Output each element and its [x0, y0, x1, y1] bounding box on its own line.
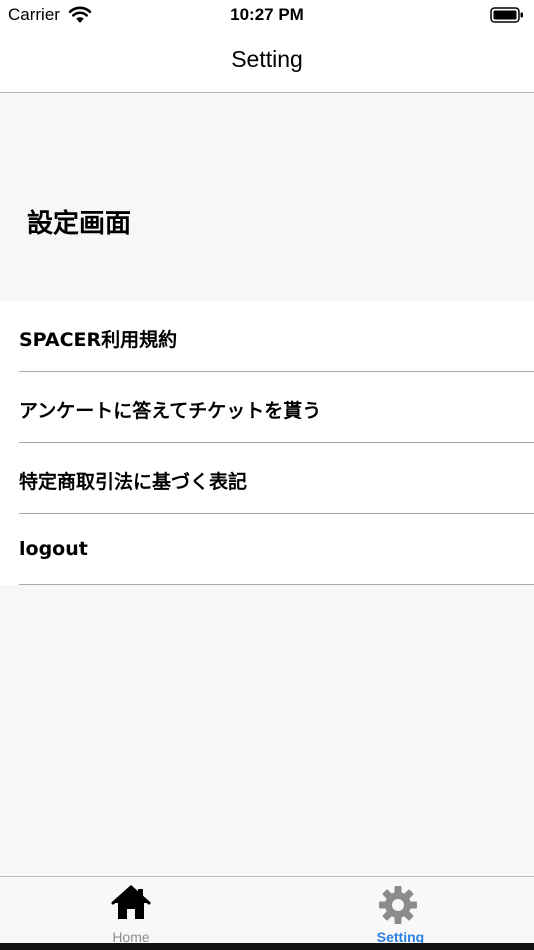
status-time: 10:27 PM [230, 5, 304, 24]
status-bar: Carrier 10:27 PM [0, 0, 534, 32]
menu-item-label: アンケートに答えてチケットを貰う [19, 400, 322, 422]
navigation-bar: Setting [0, 32, 534, 93]
settings-header: 設定画面 [0, 93, 534, 301]
battery-icon [490, 7, 523, 23]
gear-icon [379, 886, 417, 924]
setting-screen: Carrier 10:27 PM Setting 設定画面 SPACER利用規約… [0, 0, 534, 950]
page-title: Setting [231, 46, 303, 72]
menu-item-survey[interactable]: アンケートに答えてチケットを貰う [0, 372, 534, 443]
menu-item-label: 特定商取引法に基づく表記 [19, 471, 248, 493]
settings-menu-list: SPACER利用規約 アンケートに答えてチケットを貰う 特定商取引法に基づく表記… [0, 301, 534, 585]
menu-item-commerce-law[interactable]: 特定商取引法に基づく表記 [0, 443, 534, 514]
menu-item-logout[interactable]: logout [0, 514, 534, 585]
bottom-edge [0, 943, 534, 950]
tab-bar: Home Setting [0, 876, 534, 950]
menu-item-terms[interactable]: SPACER利用規約 [0, 301, 534, 372]
menu-item-label: logout [19, 538, 88, 560]
home-icon [111, 885, 151, 919]
menu-item-label: SPACER利用規約 [19, 329, 178, 351]
tab-setting[interactable]: Setting [267, 877, 534, 950]
tab-home[interactable]: Home [0, 877, 267, 950]
settings-heading: 設定画面 [27, 209, 132, 239]
